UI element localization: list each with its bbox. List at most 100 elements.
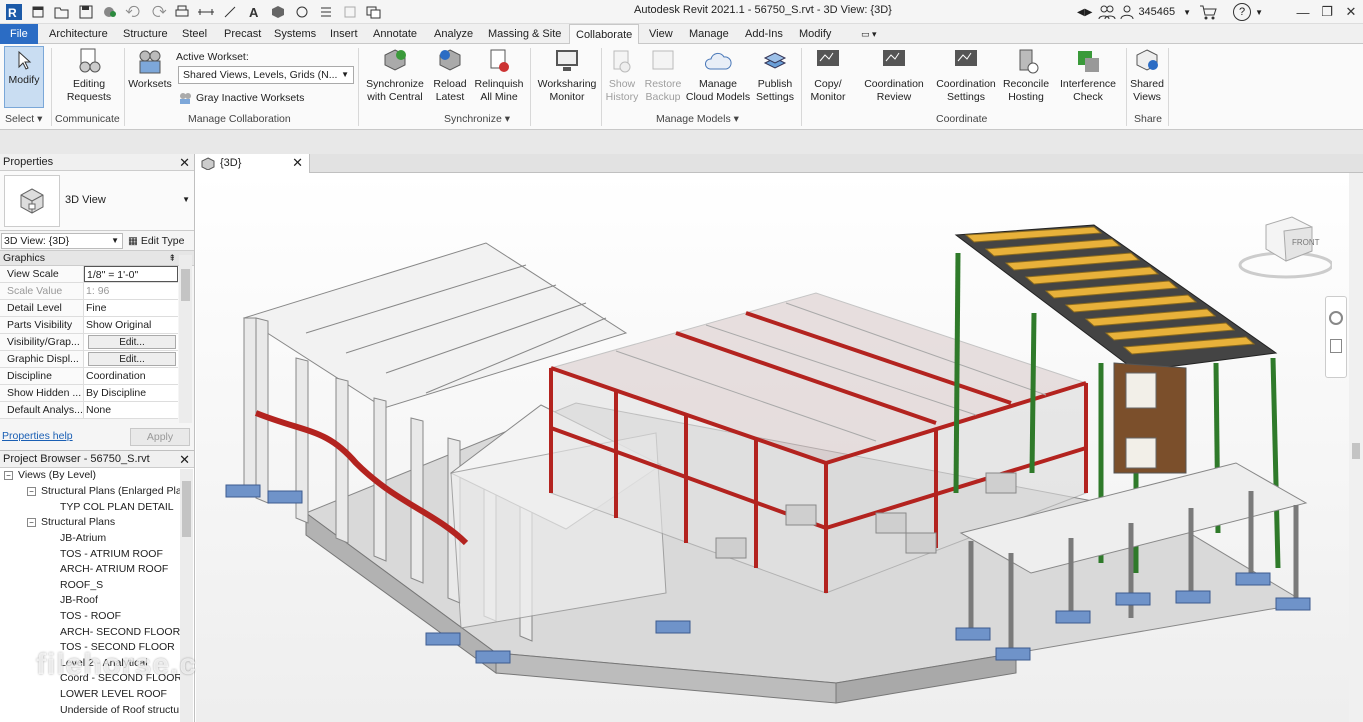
restore-backup-button[interactable]: Restore Backup bbox=[643, 46, 683, 104]
user-icon[interactable] bbox=[1098, 4, 1116, 20]
show-history-button[interactable]: Show History bbox=[604, 46, 640, 104]
synchronize-panel-label[interactable]: Synchronize ▾ bbox=[444, 113, 510, 125]
parts-visibility-value[interactable]: Show Original bbox=[84, 317, 178, 333]
collapse-icon[interactable]: ⇞ bbox=[168, 251, 176, 266]
viewcube[interactable]: FRONT bbox=[1236, 213, 1334, 283]
discipline-value[interactable]: Coordination bbox=[84, 368, 178, 384]
building-model[interactable] bbox=[196, 173, 1349, 722]
help-icon[interactable]: ? bbox=[1233, 3, 1252, 21]
browser-scrollbar[interactable] bbox=[180, 469, 193, 722]
show-hidden-value[interactable]: By Discipline bbox=[84, 385, 178, 401]
tab-architecture[interactable]: Architecture bbox=[43, 24, 114, 44]
save-icon[interactable] bbox=[76, 2, 96, 22]
tree-view-item[interactable]: Underside of Roof structu bbox=[60, 703, 179, 718]
type-selector[interactable]: 3D View ▼ bbox=[0, 171, 194, 231]
tab-insert[interactable]: Insert bbox=[324, 24, 364, 44]
default-3d-icon[interactable] bbox=[268, 2, 288, 22]
tab-modify[interactable]: Modify bbox=[793, 24, 837, 44]
visibility-edit-button[interactable]: Edit... bbox=[88, 335, 176, 349]
tab-analyze[interactable]: Analyze bbox=[428, 24, 479, 44]
tab-structure[interactable]: Structure bbox=[117, 24, 174, 44]
synchronize-with-central-button[interactable]: Synchronize with Central bbox=[364, 46, 426, 104]
help-dropdown-icon[interactable]: ▼ bbox=[1255, 8, 1263, 17]
gray-inactive-worksets-button[interactable]: Gray Inactive Worksets bbox=[178, 91, 304, 105]
undo-icon[interactable] bbox=[124, 2, 144, 22]
tab-precast[interactable]: Precast bbox=[218, 24, 267, 44]
sync-icon[interactable] bbox=[100, 2, 120, 22]
text-icon[interactable]: A bbox=[244, 2, 264, 22]
tree-view-item[interactable]: LOWER LEVEL ROOF bbox=[60, 687, 167, 702]
3d-viewport[interactable]: FRONT bbox=[196, 173, 1349, 722]
tab-manage[interactable]: Manage bbox=[683, 24, 735, 44]
home-icon[interactable] bbox=[28, 2, 48, 22]
close-icon[interactable]: ✕ bbox=[179, 154, 190, 171]
print-icon[interactable] bbox=[172, 2, 192, 22]
tree-collapse-icon[interactable]: − bbox=[27, 518, 36, 527]
default-analysis-value[interactable]: None bbox=[84, 402, 178, 418]
tab-annotate[interactable]: Annotate bbox=[367, 24, 423, 44]
close-icon[interactable]: ✕ bbox=[292, 154, 303, 172]
view-instance-select[interactable]: 3D View: {3D} ▼ bbox=[1, 233, 123, 249]
apply-button[interactable]: Apply bbox=[130, 428, 190, 446]
relinquish-all-mine-button[interactable]: Relinquish All Mine bbox=[472, 46, 526, 104]
manage-models-panel-label[interactable]: Manage Models ▾ bbox=[656, 113, 739, 125]
shared-views-button[interactable]: Shared Views bbox=[1128, 46, 1166, 104]
copy-monitor-button[interactable]: Copy/ Monitor bbox=[806, 46, 850, 104]
properties-help-link[interactable]: Properties help bbox=[2, 430, 73, 442]
switch-windows-icon[interactable] bbox=[364, 2, 384, 22]
tree-view-item[interactable]: TOS - ATRIUM ROOF bbox=[60, 547, 163, 562]
tab-view[interactable]: View bbox=[643, 24, 679, 44]
ribbon-toggle-icon[interactable]: ▭ ▾ bbox=[855, 24, 883, 44]
tab-steel[interactable]: Steel bbox=[176, 24, 213, 44]
scroll-thumb[interactable] bbox=[1352, 443, 1360, 459]
tree-collapse-icon[interactable]: − bbox=[27, 487, 36, 496]
redo-icon[interactable] bbox=[148, 2, 168, 22]
measure-icon[interactable] bbox=[196, 2, 216, 22]
tree-view-item[interactable]: TOS - ROOF bbox=[60, 609, 121, 624]
tree-group-structural-enlarged[interactable]: Structural Plans (Enlarged Pla bbox=[41, 484, 182, 499]
select-panel-label[interactable]: Select ▾ bbox=[5, 113, 42, 125]
modify-button[interactable]: Modify bbox=[4, 46, 44, 108]
tree-collapse-icon[interactable]: − bbox=[4, 471, 13, 480]
account-icon[interactable] bbox=[1120, 4, 1134, 20]
manage-cloud-models-button[interactable]: Manage Cloud Models bbox=[684, 46, 752, 104]
minimize-icon[interactable]: — bbox=[1291, 0, 1315, 24]
close-icon[interactable]: ✕ bbox=[1339, 0, 1363, 24]
tab-massing-site[interactable]: Massing & Site bbox=[482, 24, 567, 44]
tab-systems[interactable]: Systems bbox=[268, 24, 322, 44]
reload-latest-button[interactable]: Reload Latest bbox=[430, 46, 470, 104]
tree-view-item[interactable]: ARCH- SECOND FLOOR bbox=[60, 625, 180, 640]
close-hidden-icon[interactable] bbox=[340, 2, 360, 22]
active-workset-select[interactable]: Shared Views, Levels, Grids (N... ▼ bbox=[178, 66, 354, 84]
tree-view-item[interactable]: JB-Roof bbox=[60, 593, 98, 608]
publish-settings-button[interactable]: Publish Settings bbox=[754, 46, 796, 104]
editing-requests-button[interactable]: Editing Requests bbox=[60, 46, 118, 104]
close-icon[interactable]: ✕ bbox=[179, 451, 190, 468]
thin-lines-icon[interactable] bbox=[316, 2, 336, 22]
tree-group-structural-plans[interactable]: Structural Plans bbox=[41, 515, 115, 530]
detail-level-value[interactable]: Fine bbox=[84, 300, 178, 316]
revit-logo-icon[interactable]: R bbox=[4, 2, 24, 22]
open-icon[interactable] bbox=[52, 2, 72, 22]
zoom-icon[interactable] bbox=[1330, 339, 1342, 353]
interference-check-button[interactable]: Interference Check bbox=[1058, 46, 1118, 104]
steering-wheel-icon[interactable] bbox=[1329, 311, 1343, 325]
tree-view-item[interactable]: TYP COL PLAN DETAIL bbox=[60, 500, 174, 515]
tree-view-item[interactable]: ARCH- ATRIUM ROOF bbox=[60, 562, 168, 577]
scroll-thumb[interactable] bbox=[182, 481, 191, 537]
restore-icon[interactable]: ❐ bbox=[1315, 0, 1339, 24]
viewport-scrollbar[interactable] bbox=[1349, 173, 1363, 722]
cart-icon[interactable] bbox=[1199, 4, 1217, 20]
tree-view-item[interactable]: JB-Atrium bbox=[60, 531, 106, 546]
tree-view-item[interactable]: ROOF_S bbox=[60, 578, 103, 593]
properties-scrollbar[interactable] bbox=[179, 255, 192, 423]
tab-file[interactable]: File bbox=[0, 24, 38, 44]
edit-type-button[interactable]: ▦ Edit Type bbox=[128, 235, 184, 247]
section-icon[interactable] bbox=[292, 2, 312, 22]
view-tab-3d[interactable]: {3D} ✕ bbox=[196, 154, 310, 173]
search-icon[interactable]: ◀▶ bbox=[1077, 7, 1092, 18]
scroll-thumb[interactable] bbox=[181, 269, 190, 301]
tab-collaborate[interactable]: Collaborate bbox=[569, 24, 640, 45]
graphics-group-header[interactable]: Graphics ⇞ bbox=[0, 251, 194, 266]
worksets-button[interactable]: Worksets bbox=[128, 46, 172, 91]
